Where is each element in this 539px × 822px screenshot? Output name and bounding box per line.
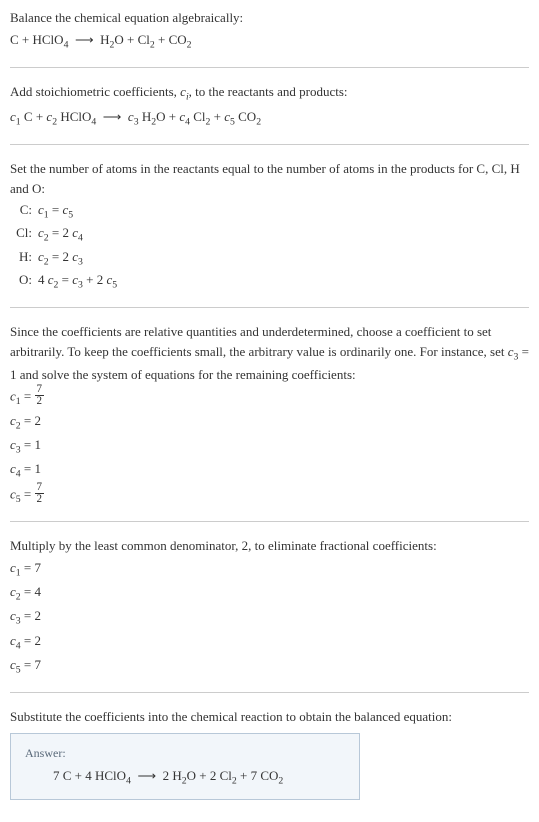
intro-section: Balance the chemical equation algebraica… xyxy=(10,8,529,53)
coeff-row: c5 = 7 xyxy=(10,655,529,678)
solve-title: Since the coefficients are relative quan… xyxy=(10,322,529,384)
stoich-title-part1: Add stoichiometric coefficients, xyxy=(10,84,180,99)
atom-row: C: c1 = c5 xyxy=(10,200,529,223)
divider xyxy=(10,692,529,693)
frac-den: 2 xyxy=(35,494,45,505)
atom-table: C: c1 = c5 Cl: c2 = 2 c4 H: c2 = 2 c3 O:… xyxy=(10,200,529,293)
stoich-title: Add stoichiometric coefficients, ci, to … xyxy=(10,82,529,105)
stoich-var: ci xyxy=(180,84,189,99)
atom-eq: 4 c2 = c3 + 2 c5 xyxy=(38,270,529,293)
atom-label: Cl: xyxy=(10,223,38,243)
answer-label: Answer: xyxy=(25,744,345,762)
atom-eq: c2 = 2 c4 xyxy=(38,223,529,246)
solve-section: Since the coefficients are relative quan… xyxy=(10,322,529,507)
divider xyxy=(10,307,529,308)
atoms-section: Set the number of atoms in the reactants… xyxy=(10,159,529,293)
frac-den: 2 xyxy=(35,396,45,407)
coeff-row: c4 = 1 xyxy=(10,459,529,482)
atom-label: O: xyxy=(10,270,38,290)
atom-label: C: xyxy=(10,200,38,220)
coeff-row: c1 = 72 xyxy=(10,386,529,410)
coeff-list: c1 = 72 c2 = 2 c3 = 1 c4 = 1 c5 = 72 xyxy=(10,386,529,507)
intro-title: Balance the chemical equation algebraica… xyxy=(10,8,529,28)
divider xyxy=(10,521,529,522)
frac-num: 7 xyxy=(35,482,45,494)
final-title: Substitute the coefficients into the che… xyxy=(10,707,529,727)
lcd-section: Multiply by the least common denominator… xyxy=(10,536,529,678)
coeff-row: c3 = 2 xyxy=(10,606,529,629)
fraction: 72 xyxy=(35,482,45,505)
divider xyxy=(10,144,529,145)
fraction: 72 xyxy=(35,384,45,407)
stoich-section: Add stoichiometric coefficients, ci, to … xyxy=(10,82,529,130)
atom-label: H: xyxy=(10,247,38,267)
coeff-row: c4 = 2 xyxy=(10,631,529,654)
lcd-title: Multiply by the least common denominator… xyxy=(10,536,529,556)
answer-box: Answer: 7 C + 4 HClO4 ⟶ 2 H2O + 2 Cl2 + … xyxy=(10,733,360,800)
coeff-row: c2 = 2 xyxy=(10,411,529,434)
coeff-row: c5 = 72 xyxy=(10,484,529,508)
atom-row: Cl: c2 = 2 c4 xyxy=(10,223,529,246)
coeff-row: c2 = 4 xyxy=(10,582,529,605)
atoms-title: Set the number of atoms in the reactants… xyxy=(10,159,529,198)
atom-row: O: 4 c2 = c3 + 2 c5 xyxy=(10,270,529,293)
intro-equation: C + HClO4 ⟶ H2O + Cl2 + CO2 xyxy=(10,30,529,53)
coeff-row: c3 = 1 xyxy=(10,435,529,458)
coeff-list: c1 = 7 c2 = 4 c3 = 2 c4 = 2 c5 = 7 xyxy=(10,558,529,678)
stoich-equation: c1 C + c2 HClO4 ⟶ c3 H2O + c4 Cl2 + c5 C… xyxy=(10,107,529,130)
stoich-title-part2: , to the reactants and products: xyxy=(189,84,348,99)
answer-equation: 7 C + 4 HClO4 ⟶ 2 H2O + 2 Cl2 + 7 CO2 xyxy=(25,766,345,789)
atom-eq: c1 = c5 xyxy=(38,200,529,223)
final-section: Substitute the coefficients into the che… xyxy=(10,707,529,800)
atom-eq: c2 = 2 c3 xyxy=(38,247,529,270)
atom-row: H: c2 = 2 c3 xyxy=(10,247,529,270)
coeff-row: c1 = 7 xyxy=(10,558,529,581)
divider xyxy=(10,67,529,68)
